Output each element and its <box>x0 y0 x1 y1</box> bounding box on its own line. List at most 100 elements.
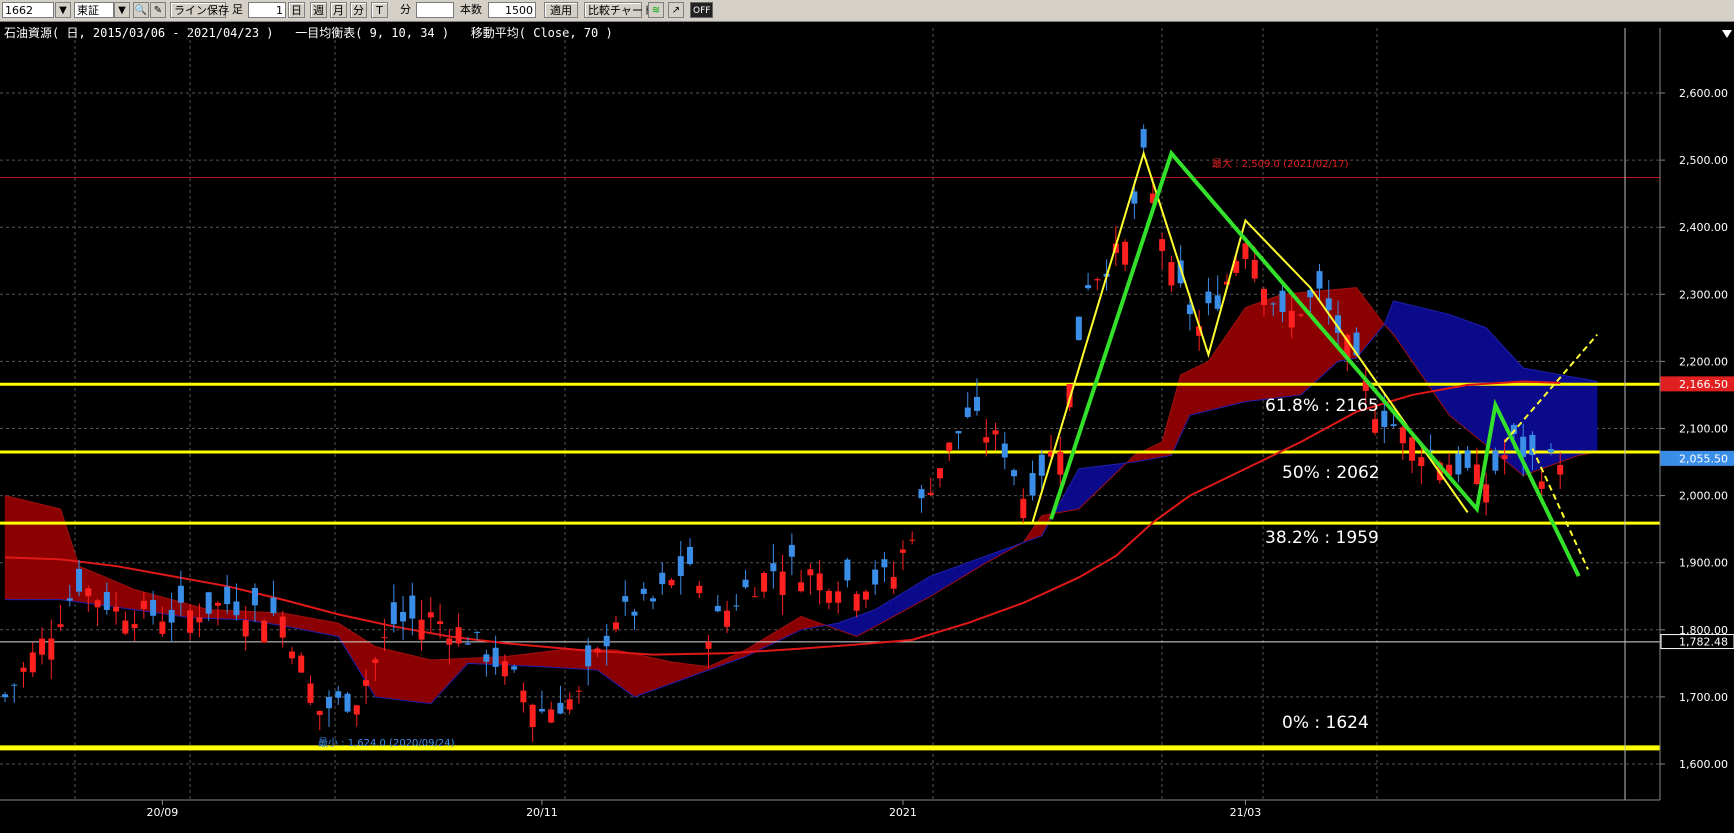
compare-chart-button[interactable]: 比較チャート <box>584 2 654 18</box>
candle-down <box>585 645 592 667</box>
candle-up <box>298 655 305 673</box>
cloud-segment <box>1198 361 1209 414</box>
candle-up <box>899 549 906 553</box>
candle-up <box>520 690 527 703</box>
candle-up <box>1298 314 1304 316</box>
candle-up <box>372 659 379 663</box>
price-chart[interactable]: 61.8% : 2165 50% : 2062 38.2% : 1959 0% : 1… <box>0 21 1734 833</box>
tick-button[interactable]: T <box>371 2 388 18</box>
apply-button[interactable]: 適用 <box>544 2 578 18</box>
search-icon[interactable]: 🔍 <box>133 2 149 18</box>
candle-up <box>1057 451 1064 475</box>
candle-up <box>807 569 814 576</box>
ashi-input[interactable]: 1 <box>248 2 286 18</box>
candle-up <box>751 596 758 598</box>
chart-type-icon[interactable]: ≋ <box>648 2 664 18</box>
candle-down <box>872 569 879 585</box>
candle-up <box>122 620 129 634</box>
candle-up <box>279 616 286 638</box>
market-select[interactable]: 東証 <box>74 2 114 18</box>
candle-down <box>1214 295 1221 309</box>
candle-down <box>631 611 638 616</box>
y-tick-label: 2,200.00 <box>1679 355 1728 368</box>
cloud-segment <box>23 499 34 600</box>
fib-label: 50% : 2062 <box>1282 463 1380 483</box>
candle-down <box>1270 303 1277 305</box>
candle-down <box>1140 129 1147 148</box>
candle-down <box>1075 316 1082 341</box>
candle-up <box>705 641 712 649</box>
cloud-segment <box>856 612 867 637</box>
cloud-segment <box>1541 371 1552 470</box>
y-tick-label: 2,400.00 <box>1679 221 1728 234</box>
candle-up <box>936 468 943 479</box>
candle-down <box>1316 271 1323 289</box>
price-axis: 2,600.00 2,500.00 2,400.00 2,300.00 2,200.00… <box>1659 28 1734 833</box>
month-button[interactable]: 月 <box>330 2 347 18</box>
candle-down <box>742 579 749 588</box>
candle-up <box>1418 457 1425 467</box>
price-badge-label: 1,782.48 <box>1679 636 1728 649</box>
candle-down <box>881 559 888 568</box>
cloud-segment <box>421 657 432 704</box>
cloud-segment <box>32 501 43 600</box>
candle-up <box>1473 464 1480 485</box>
week-button[interactable]: 週 <box>310 2 327 18</box>
cloud-segment <box>347 628 358 668</box>
candle-up <box>196 617 203 623</box>
candle-up <box>85 588 92 597</box>
cloud-segment <box>911 581 922 607</box>
cloud-segment <box>930 572 941 597</box>
cloud-segment <box>51 506 61 600</box>
stock-code-input[interactable]: 1662 <box>2 2 54 18</box>
candle-up <box>94 600 101 608</box>
line-save-button[interactable]: ライン保存 <box>170 2 229 18</box>
fib-label: 38.2% : 1959 <box>1265 528 1379 548</box>
candle-up <box>131 624 138 629</box>
x-tick-label: 2021 <box>889 806 917 819</box>
minute-button[interactable]: 分 <box>350 2 367 18</box>
candle-down <box>270 597 277 614</box>
candle-down <box>76 568 83 592</box>
candle-down <box>640 588 647 594</box>
cloud-segment <box>300 616 311 632</box>
market-dropdown-icon[interactable]: ▼ <box>114 2 130 18</box>
code-dropdown-icon[interactable]: ▼ <box>55 2 71 18</box>
x-tick-label: 21/03 <box>1230 806 1262 819</box>
cloud-segment <box>1559 374 1570 463</box>
candle-up <box>1168 262 1175 286</box>
cloud-segment <box>412 655 422 703</box>
candle-up <box>363 680 370 686</box>
candle-down <box>1001 443 1008 458</box>
cloud-segment <box>1587 379 1598 454</box>
max-price-label: 最大 : 2,509.0 (2021/02/17) <box>1212 157 1349 170</box>
candle-up <box>1372 419 1379 433</box>
candle-down <box>511 666 518 670</box>
candle-up <box>890 577 897 589</box>
grid <box>0 28 1660 800</box>
cloud-segment <box>1402 302 1413 363</box>
candle-down <box>622 596 629 602</box>
minute-input[interactable] <box>416 2 454 18</box>
candle-down <box>177 585 184 603</box>
candle-down <box>964 407 971 417</box>
off-toggle[interactable]: OFF <box>690 2 714 18</box>
candle-down <box>770 563 777 572</box>
y-tick-label: 2,600.00 <box>1679 87 1728 100</box>
cloud-segment <box>291 614 302 630</box>
candle-up <box>20 667 27 672</box>
cloud-segment <box>541 650 552 668</box>
candle-up <box>501 661 508 677</box>
candle-up <box>1288 310 1295 328</box>
edit-icon[interactable]: ✎ <box>150 2 166 18</box>
candle-up <box>696 585 703 594</box>
candle-up <box>1538 481 1545 489</box>
day-button[interactable]: 日 <box>288 2 305 18</box>
candle-up <box>1409 437 1416 461</box>
candle-up <box>1260 289 1267 305</box>
ashi-label: 足 <box>232 3 243 16</box>
candle-up <box>187 610 194 633</box>
draw-line-icon[interactable]: ↗ <box>668 2 684 18</box>
cloud-segment <box>1458 317 1468 431</box>
honsu-input[interactable]: 1500 <box>488 2 536 18</box>
